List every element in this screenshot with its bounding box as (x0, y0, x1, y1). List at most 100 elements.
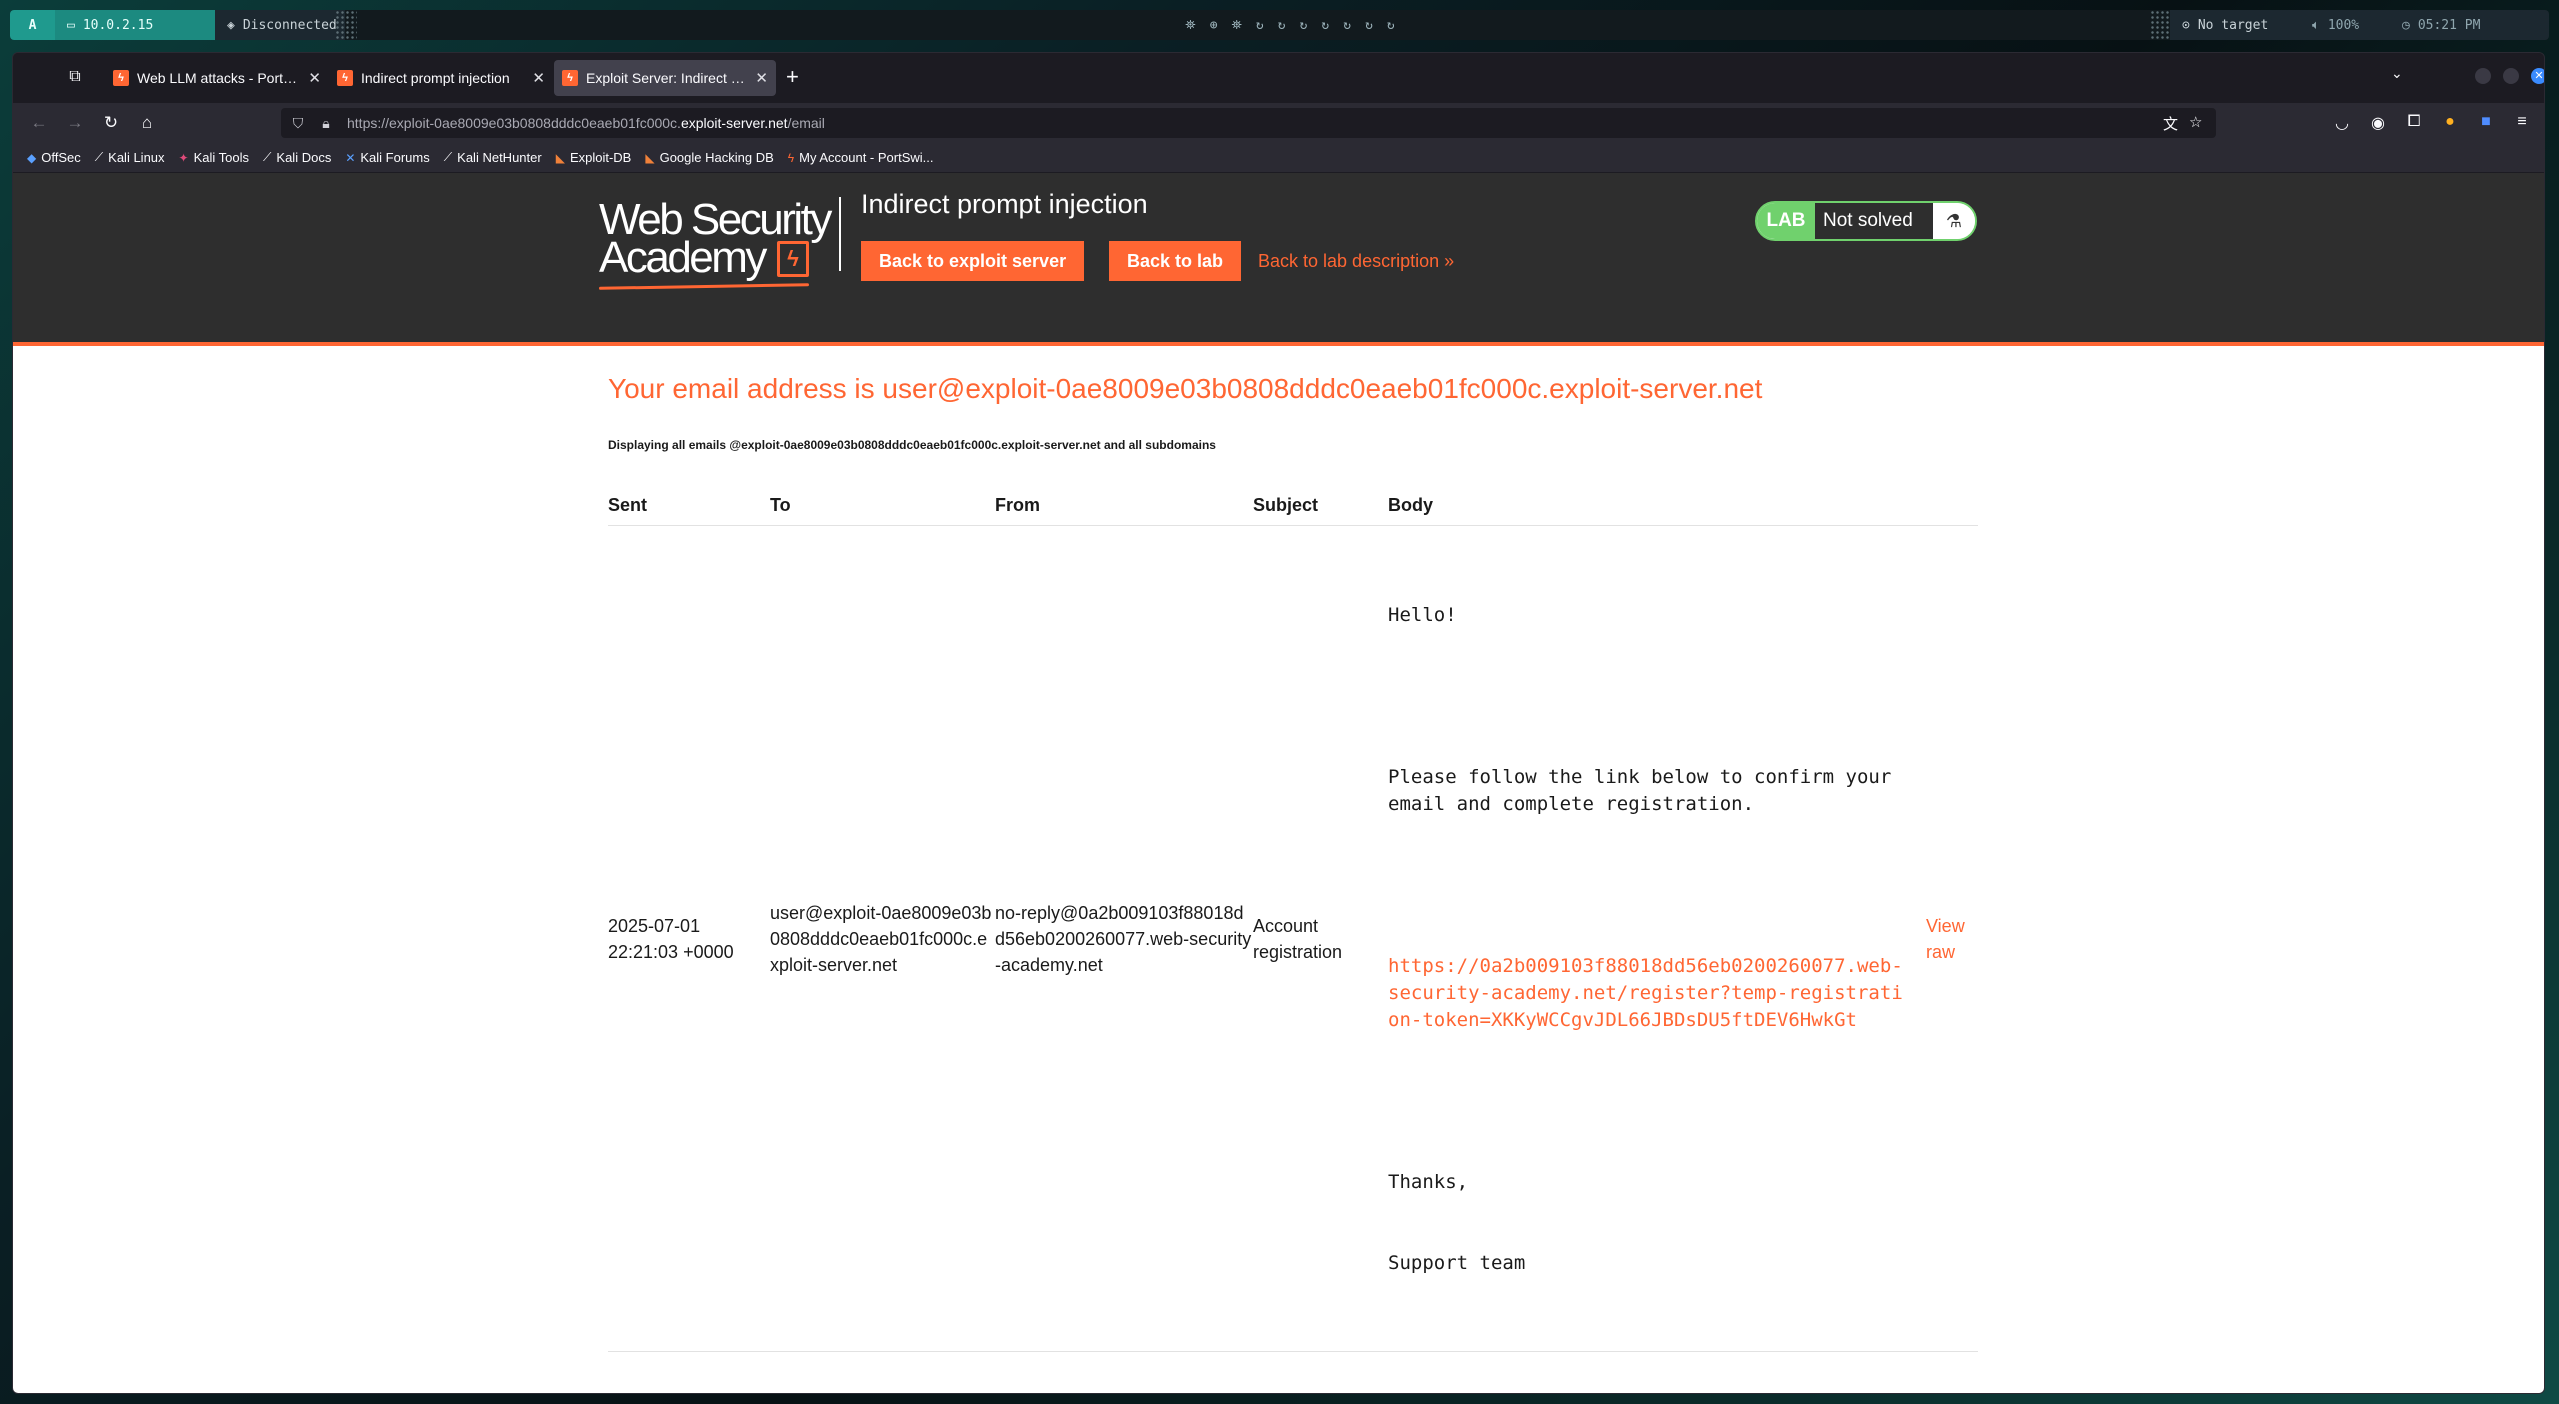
back-to-lab-description-link[interactable]: Back to lab description » (1258, 251, 1454, 272)
workspace-switcher[interactable]: ⛯ ⊕ ⛯ ↻ ↻ ↻ ↻ ↻ ↻ ↻ (1150, 10, 1430, 40)
logo-line-2: Academy (599, 233, 767, 282)
logo-divider (839, 197, 841, 271)
body-signature: Support team (1388, 1251, 1526, 1274)
workspace-icon[interactable]: ⛯ (1232, 18, 1242, 33)
bookmark-my-account-portswigger[interactable]: ϟ My Account - PortSwi... (788, 150, 934, 165)
email-subject: Account registration (1253, 525, 1388, 1352)
new-tab-button[interactable]: + (786, 65, 799, 89)
tab-title: Exploit Server: Indirect pro (586, 70, 748, 86)
offsec-icon: ◆ (27, 150, 37, 165)
tab-exploit-server[interactable]: ϟ Exploit Server: Indirect pro ✕ (554, 60, 776, 96)
logo-underline (598, 283, 810, 290)
bookmark-kali-nethunter[interactable]: ⟋ Kali NetHunter (444, 150, 542, 165)
lightning-bolt-icon: ϟ (777, 241, 809, 277)
tracking-shield-icon[interactable]: ⛉ (287, 115, 309, 132)
workspace-icon[interactable]: ↻ (1256, 18, 1264, 33)
extension-icon[interactable]: ■ (2475, 113, 2497, 131)
workspace-icon[interactable]: ⛯ (1185, 18, 1195, 33)
kali-forums-icon: ✕ (345, 150, 356, 165)
bookmark-kali-forums[interactable]: ✕ Kali Forums (345, 150, 429, 165)
workspace-icon[interactable]: ↻ (1387, 18, 1395, 33)
translate-icon[interactable]: 文 (2163, 113, 2178, 134)
separator-pattern (2150, 10, 2172, 40)
tab-list-chevron-icon[interactable]: ⌄ (2391, 65, 2403, 82)
workspace-icon[interactable]: ↻ (1278, 18, 1286, 33)
lab-header: Web Security Academy ϟ Indirect prompt i… (13, 173, 2544, 346)
bookmarks-toolbar: ◆ OffSec ⟋ Kali Linux ✦ Kali Tools ⟋ Kali Do… (13, 143, 2544, 173)
bookmark-label: Kali Tools (193, 150, 249, 165)
volume-widget[interactable]: 🔈︎ 100% (2300, 10, 2390, 40)
bookmark-label: Google Hacking DB (659, 150, 774, 165)
close-tab-icon[interactable]: ✕ (755, 69, 768, 87)
app-launcher-button[interactable]: A (10, 10, 55, 40)
bookmark-kali-linux[interactable]: ⟋ Kali Linux (95, 150, 165, 165)
menu-hamburger-icon[interactable]: ≡ (2511, 113, 2533, 131)
bookmark-offsec[interactable]: ◆ OffSec (27, 150, 81, 165)
close-window-button[interactable]: ✕ (2531, 68, 2544, 84)
reload-icon[interactable]: ↻ (99, 111, 123, 135)
tab-overview-icon[interactable]: ⧉ (63, 65, 87, 89)
workspace-icon[interactable]: ↻ (1365, 18, 1373, 33)
portswigger-favicon-icon: ϟ (562, 70, 578, 86)
bookmark-label: Kali Linux (108, 150, 165, 165)
shield-icon: ◈ (227, 17, 235, 33)
kali-icon: ⟋ (443, 150, 453, 164)
url-host: exploit-server.net (680, 115, 788, 131)
portswigger-favicon-icon: ϟ (113, 70, 129, 86)
bookmark-star-icon[interactable]: ☆ (2189, 113, 2202, 131)
lock-icon[interactable]: 🔒︎ (315, 115, 337, 132)
back-to-lab-button[interactable]: Back to lab (1109, 241, 1242, 281)
clock-widget[interactable]: ◷ 05:21 PM (2390, 10, 2549, 40)
kali-icon: ⟋ (263, 150, 272, 164)
workspace-icon[interactable]: ↻ (1343, 18, 1351, 33)
bookmark-kali-tools[interactable]: ✦ Kali Tools (179, 150, 249, 165)
account-icon[interactable]: ◉ (2367, 113, 2389, 133)
page-viewport: Web Security Academy ϟ Indirect prompt i… (13, 173, 2544, 1393)
vpn-status-widget[interactable]: ◈ Disconnected (215, 10, 345, 40)
browser-window: ⧉ ϟ Web LLM attacks - PortSwi ✕ ϟ Indire… (12, 52, 2545, 1394)
maximize-button[interactable] (2503, 68, 2519, 84)
clock-time: 05:21 PM (2417, 17, 2481, 33)
target-widget[interactable]: ⊙ No target (2170, 10, 2305, 40)
home-icon[interactable]: ⌂ (135, 111, 159, 135)
column-header-subject: Subject (1253, 491, 1388, 526)
table-row: 2025-07-01 22:21:03 +0000 user@exploit-0… (608, 525, 1978, 1352)
url-text[interactable]: https://exploit-0ae8009e03b0808dddc0eaeb… (347, 115, 825, 131)
extension-icon[interactable]: ● (2439, 113, 2461, 131)
registration-link[interactable]: https://0a2b009103f88018dd56eb0200260077… (1388, 953, 1910, 1034)
web-security-academy-logo[interactable]: Web Security Academy ϟ (598, 197, 839, 297)
display-note: Displaying all emails @exploit-0ae8009e0… (608, 438, 1216, 452)
bookmark-exploit-db[interactable]: ◣ Exploit-DB (556, 150, 632, 165)
view-raw-link[interactable]: View raw (1926, 916, 1965, 962)
extensions-icon[interactable]: ⧠ (2403, 113, 2425, 131)
separator-pattern (335, 10, 357, 40)
body-spacer (1388, 1088, 1910, 1115)
target-icon: ⊙ (2182, 17, 2190, 33)
emails-table: Sent To From Subject Body 2025-07-01 22:… (608, 491, 1978, 1352)
minimize-button[interactable] (2475, 68, 2491, 84)
email-to: user@exploit-0ae8009e03b0808dddc0eaeb01f… (770, 525, 995, 1352)
workspace-icon[interactable]: ↻ (1300, 18, 1308, 33)
workspace-icon[interactable]: ⊕ (1210, 18, 1218, 33)
launcher-label: A (28, 17, 37, 33)
system-top-bar: A ▭ 10.0.2.15 ◈ Disconnected ⛯ ⊕ ⛯ ↻ ↻ ↻… (10, 10, 2549, 40)
ip-address-widget[interactable]: ▭ 10.0.2.15 (55, 10, 215, 40)
tab-web-llm-attacks[interactable]: ϟ Web LLM attacks - PortSwi ✕ (105, 60, 329, 96)
tab-strip: ⧉ ϟ Web LLM attacks - PortSwi ✕ ϟ Indire… (13, 53, 2544, 103)
close-tab-icon[interactable]: ✕ (308, 69, 321, 87)
back-arrow-icon[interactable]: ← (27, 111, 51, 135)
bookmark-label: Kali Forums (360, 150, 430, 165)
tab-indirect-prompt-injection[interactable]: ϟ Indirect prompt injection ✕ (329, 60, 553, 96)
forward-arrow-icon[interactable]: → (63, 111, 87, 135)
pocket-icon[interactable]: ◡ (2331, 113, 2353, 133)
back-to-exploit-server-button[interactable]: Back to exploit server (861, 241, 1085, 281)
ip-address: 10.0.2.15 (82, 17, 154, 33)
url-prefix: https://exploit-0ae8009e03b0808dddc0eaeb… (347, 115, 681, 131)
bookmark-google-hacking-db[interactable]: ◣ Google Hacking DB (645, 150, 773, 165)
bookmark-kali-docs[interactable]: ⟋ Kali Docs (263, 150, 331, 165)
table-header-row: Sent To From Subject Body (608, 491, 1978, 526)
address-bar[interactable]: ⛉ 🔒︎ https://exploit-0ae8009e03b0808dddc… (281, 108, 2216, 138)
close-tab-icon[interactable]: ✕ (532, 69, 545, 87)
workspace-icon[interactable]: ↻ (1321, 18, 1329, 33)
exploit-db-icon: ◣ (555, 150, 565, 165)
